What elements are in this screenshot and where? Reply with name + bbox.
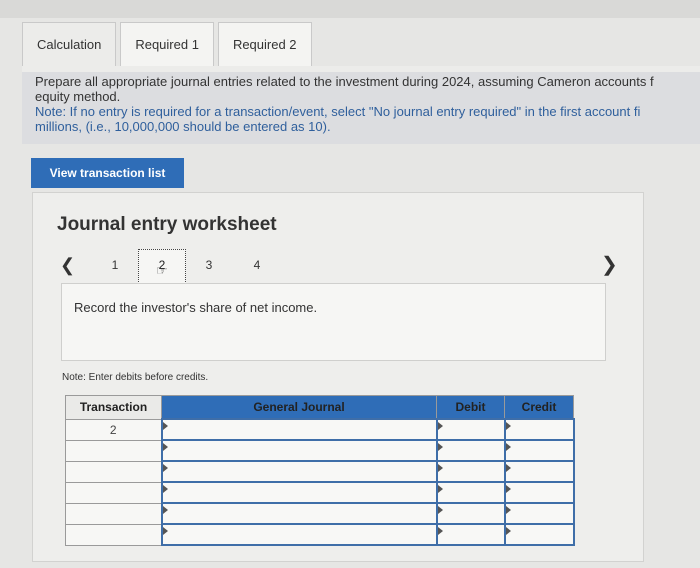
instructions-line-1: Prepare all appropriate journal entries … [35, 74, 654, 89]
header-transaction: Transaction [65, 395, 162, 420]
tab-required-2[interactable]: Required 2 [217, 22, 312, 66]
journal-header-row: Transaction General Journal Debit Credit [65, 395, 574, 420]
transaction-cell [65, 502, 162, 525]
header-credit: Credit [504, 395, 574, 420]
debit-input[interactable] [435, 439, 506, 462]
instructions-note-line-1: Note: If no entry is required for a tran… [35, 104, 641, 119]
credit-input[interactable] [503, 502, 575, 525]
transaction-description: Record the investor's share of net incom… [61, 283, 606, 361]
account-select[interactable] [160, 418, 438, 441]
account-select[interactable] [160, 460, 438, 483]
worksheet-title: Journal entry worksheet [57, 214, 277, 235]
view-transaction-list-button[interactable]: View transaction list [31, 158, 184, 188]
table-row: 2 [65, 418, 575, 441]
chevron-right-icon[interactable]: ❯ [601, 252, 618, 277]
header-general-journal: General Journal [161, 395, 437, 420]
transaction-cell: 2 [65, 418, 162, 441]
debit-input[interactable] [435, 460, 506, 483]
table-row [65, 460, 575, 483]
top-band [0, 0, 700, 18]
tab-required-1[interactable]: Required 1 [120, 22, 214, 66]
tab-bar: Calculation Required 1 Required 2 [22, 22, 316, 66]
account-select[interactable] [160, 439, 438, 462]
instructions-panel: Prepare all appropriate journal entries … [22, 72, 700, 144]
journal-table: Transaction General Journal Debit Credit… [65, 395, 575, 546]
credit-input[interactable] [503, 439, 575, 462]
table-row [65, 502, 575, 525]
debit-input[interactable] [435, 481, 506, 504]
transaction-cell [65, 460, 162, 483]
credit-input[interactable] [503, 481, 575, 504]
transaction-cell [65, 481, 162, 504]
table-row [65, 523, 575, 546]
page-4[interactable]: 4 [250, 258, 264, 272]
instructions-note-line-2: millions, (i.e., 10,000,000 should be en… [35, 119, 331, 134]
account-select[interactable] [160, 481, 438, 504]
table-row [65, 439, 575, 462]
hand-pointer-icon: ☞ [156, 263, 168, 278]
account-select[interactable] [160, 523, 438, 546]
tab-calculation[interactable]: Calculation [22, 22, 117, 66]
header-debit: Debit [436, 395, 505, 420]
debit-input[interactable] [435, 523, 506, 546]
credit-input[interactable] [503, 418, 575, 441]
instructions-line-2: equity method. [35, 89, 121, 104]
transaction-cell [65, 523, 162, 546]
description-text: Record the investor's share of net incom… [74, 300, 318, 315]
credit-input[interactable] [503, 523, 575, 546]
note-debits-before-credits: Note: Enter debits before credits. [62, 372, 209, 383]
page-3[interactable]: 3 [202, 258, 216, 272]
credit-input[interactable] [503, 460, 575, 483]
debit-input[interactable] [435, 418, 506, 441]
table-row [65, 481, 575, 504]
transaction-cell [65, 439, 162, 462]
chevron-left-icon[interactable]: ❮ [60, 255, 75, 276]
account-select[interactable] [160, 502, 438, 525]
page-1[interactable]: 1 [108, 258, 122, 272]
debit-input[interactable] [435, 502, 506, 525]
